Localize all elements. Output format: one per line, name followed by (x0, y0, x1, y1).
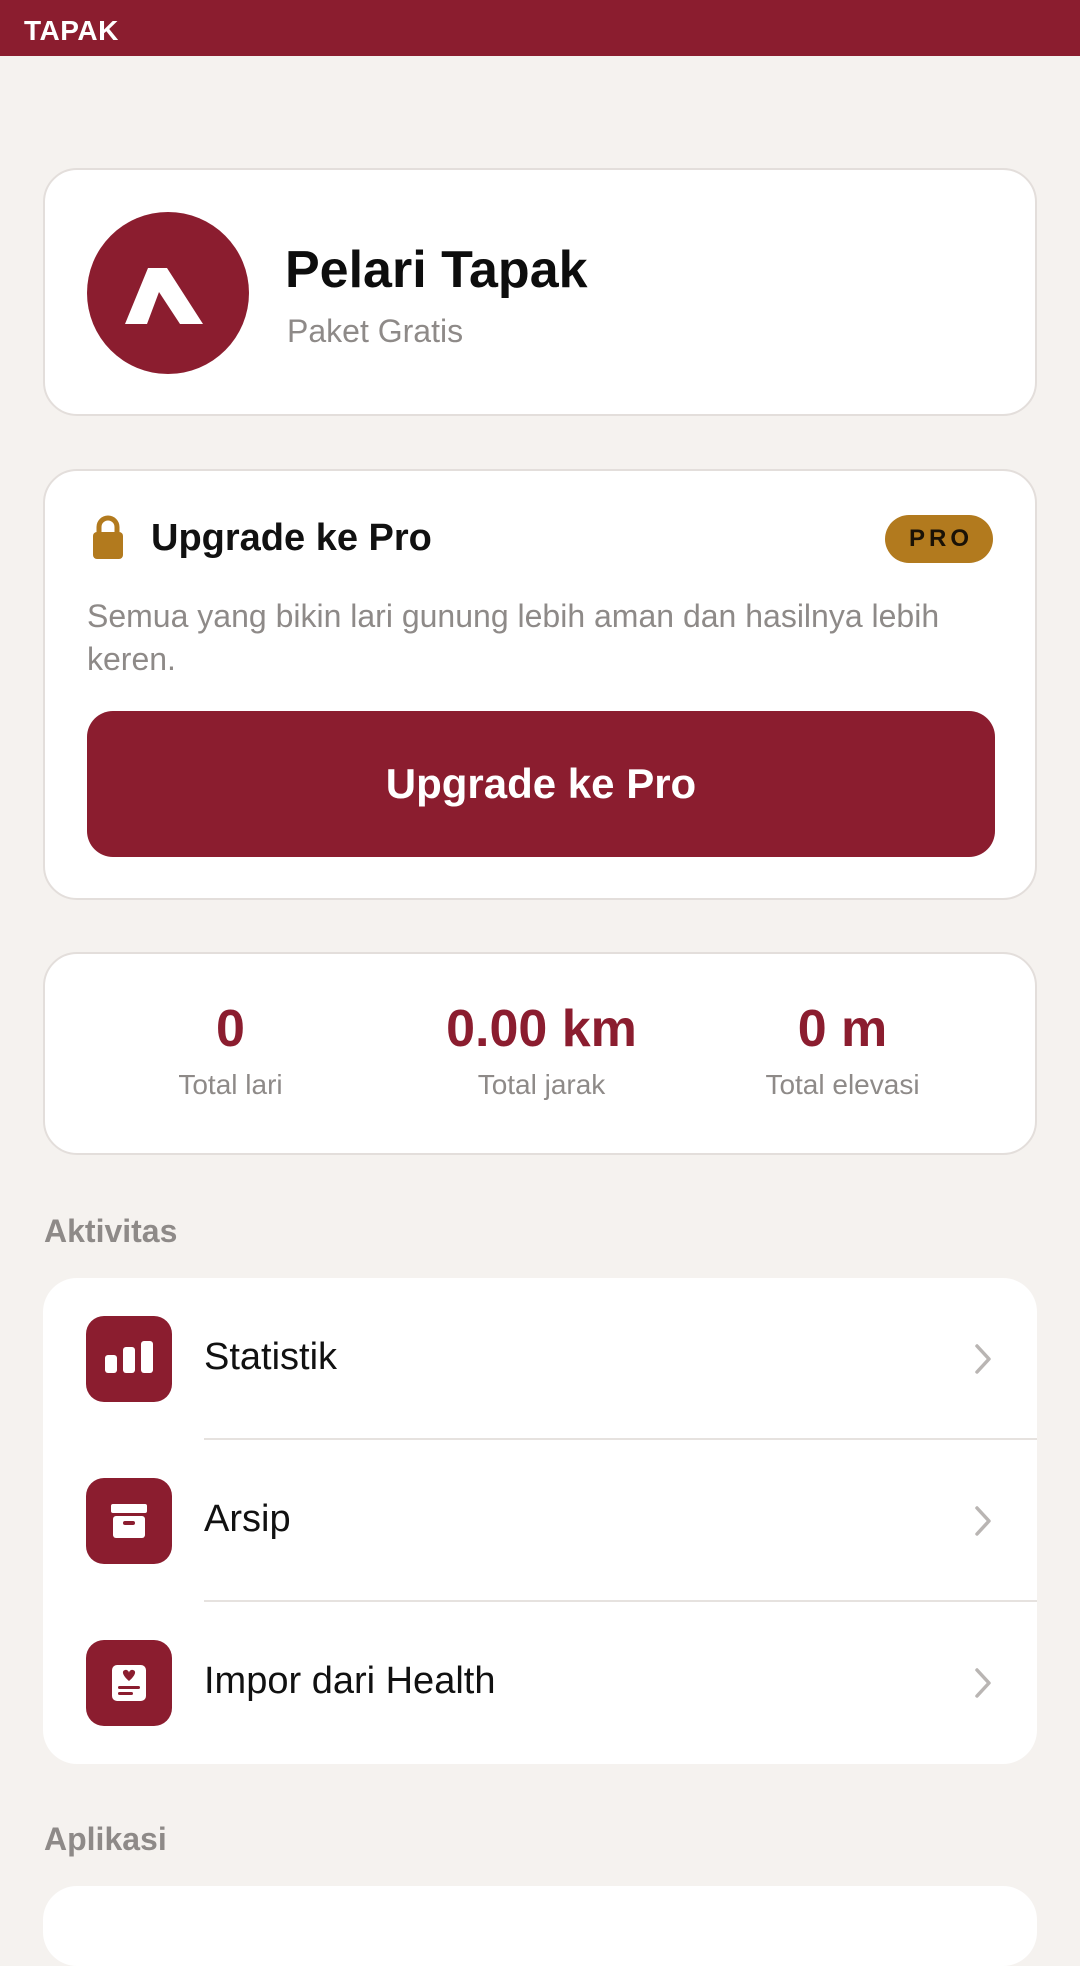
chevron-right-icon (973, 1504, 993, 1543)
health-record-icon (86, 1640, 172, 1726)
chevron-right-icon (973, 1666, 993, 1705)
stat-label: Total lari (178, 1069, 283, 1100)
list-item-label: Arsip (204, 1498, 291, 1540)
stat-total-elevation: 0 m Total elevasi (691, 999, 994, 1101)
stat-value: 0 (216, 1000, 245, 1058)
pro-badge: PRO (885, 515, 993, 563)
stat-label: Total jarak (477, 1069, 606, 1100)
list-item-impor-health[interactable]: Impor dari Health (43, 1602, 1037, 1764)
list-item-label: Statistik (204, 1336, 338, 1378)
upgrade-card: Upgrade ke Pro PRO Semua yang bikin lari… (43, 469, 1037, 900)
list-item-statistik[interactable]: Statistik (43, 1278, 1037, 1440)
stat-total-runs: 0 Total lari (79, 999, 382, 1101)
list-item-arsip[interactable]: Arsip (43, 1440, 1037, 1602)
upgrade-pro-button[interactable]: Upgrade ke Pro (87, 711, 995, 857)
profile-name: Pelari Tapak (285, 241, 588, 299)
activity-list: Statistik Arsip Impor dari Health (43, 1278, 1037, 1764)
profile-card[interactable]: Pelari Tapak Paket Gratis (43, 168, 1037, 416)
app-list (43, 1886, 1037, 1966)
stat-total-distance: 0.00 km Total jarak (390, 999, 693, 1101)
chevron-right-icon (973, 1342, 993, 1381)
profile-plan: Paket Gratis (287, 313, 464, 349)
section-header-activity: Aktivitas (44, 1213, 178, 1249)
app-title-bar: TAPAK (0, 0, 1080, 56)
app-title: TAPAK (24, 15, 119, 46)
stats-card: 0 Total lari 0.00 km Total jarak 0 m Tot… (43, 952, 1037, 1155)
tapak-logo-icon (87, 212, 249, 374)
archive-box-icon (86, 1478, 172, 1564)
lock-icon (91, 515, 125, 566)
upgrade-description: Semua yang bikin lari gunung lebih aman … (87, 598, 940, 677)
section-header-app: Aplikasi (44, 1821, 167, 1857)
stat-label: Total elevasi (765, 1069, 920, 1100)
stat-value: 0 m (797, 1000, 888, 1058)
list-item-label: Impor dari Health (204, 1660, 496, 1702)
stat-value: 0.00 km (446, 1000, 637, 1058)
bar-chart-icon (86, 1316, 172, 1402)
upgrade-title: Upgrade ke Pro (151, 517, 432, 559)
